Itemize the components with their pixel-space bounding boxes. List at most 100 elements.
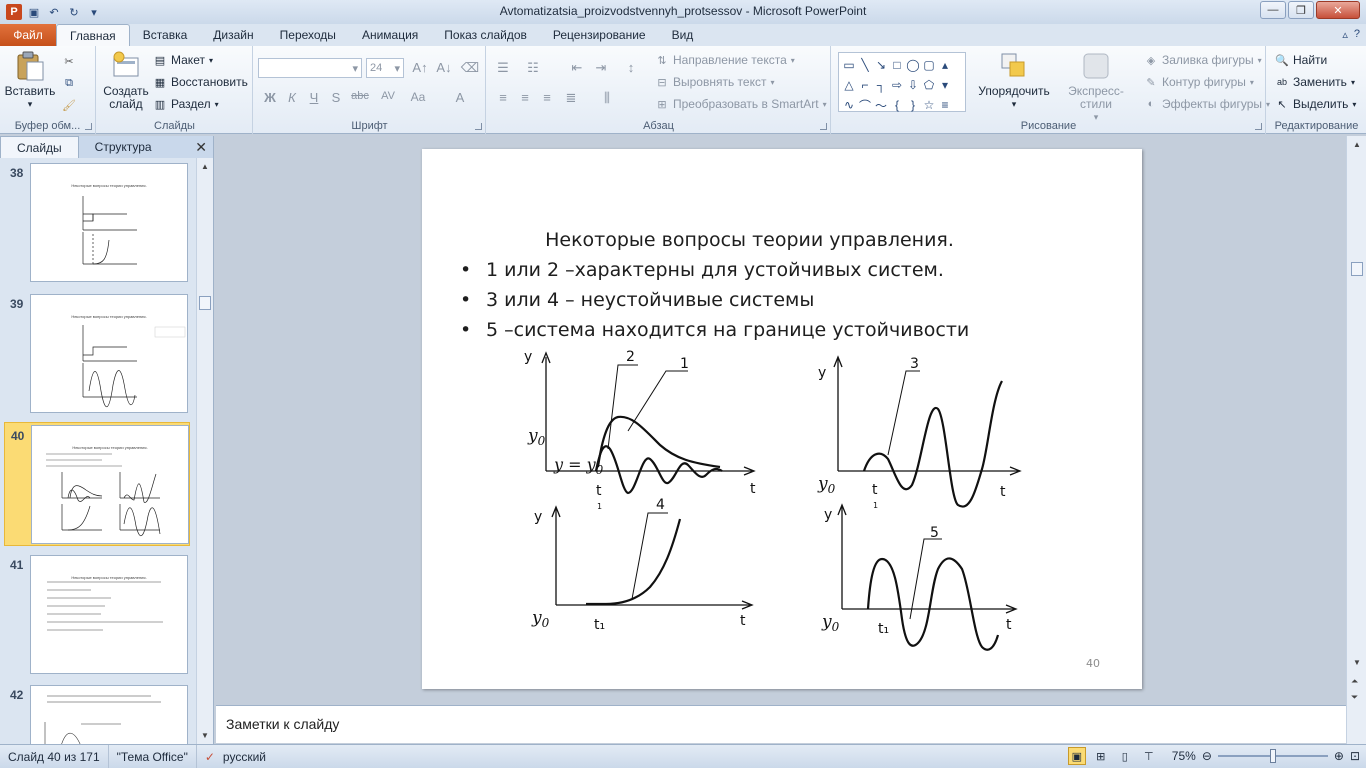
minimize-button[interactable]: — — [1260, 1, 1286, 19]
drawing-launcher-icon[interactable] — [1255, 123, 1262, 130]
reading-view-icon[interactable]: ▯ — [1116, 747, 1134, 765]
align-left-icon[interactable]: ≡ — [493, 90, 513, 105]
scroll-up-icon[interactable]: ▴ — [937, 55, 953, 75]
clipboard-launcher-icon[interactable] — [85, 123, 92, 130]
scroll-down-icon[interactable]: ▾ — [937, 75, 953, 95]
tab-home[interactable]: Главная — [56, 24, 130, 46]
select-button[interactable]: ↖ Выделить ▾ — [1275, 94, 1356, 114]
brace-right-shape-icon[interactable]: } — [905, 95, 921, 115]
quick-styles-button[interactable]: Экспресс-стили ▾ — [1054, 50, 1138, 124]
tab-design[interactable]: Дизайн — [200, 24, 266, 46]
scroll-up-arrow-icon[interactable]: ▲ — [201, 162, 209, 171]
right-arrow-shape-icon[interactable]: ⇨ — [889, 75, 905, 95]
font-launcher-icon[interactable] — [475, 123, 482, 130]
star-shape-icon[interactable]: ☆ — [921, 95, 937, 115]
clear-format-icon[interactable]: ⌫ — [460, 60, 480, 76]
tab-transitions[interactable]: Переходы — [267, 24, 349, 46]
rectangle-shape-icon[interactable]: □ — [889, 55, 905, 75]
triangle-shape-icon[interactable]: △ — [841, 75, 857, 95]
paste-button[interactable]: Вставить ▾ — [4, 50, 56, 111]
shape-effects-button[interactable]: ◐ Эффекты фигуры ▾ — [1144, 94, 1270, 114]
brace-left-shape-icon[interactable]: { — [889, 95, 905, 115]
tab-slides[interactable]: Слайды — [0, 136, 79, 158]
slide-canvas[interactable]: Некоторые вопросы теории управления. 1 и… — [422, 149, 1142, 689]
bold-icon[interactable]: Ж — [260, 90, 280, 105]
minimize-ribbon-icon[interactable]: ▵ — [1342, 28, 1348, 41]
maximize-button[interactable]: ❐ — [1288, 1, 1314, 19]
normal-view-icon[interactable]: ▣ — [1067, 747, 1086, 765]
slide-sorter-icon[interactable]: ⊞ — [1092, 747, 1110, 765]
font-size-combo[interactable]: 24 ▾ — [366, 58, 404, 78]
zoom-in-icon[interactable]: ⊕ — [1334, 749, 1344, 763]
format-painter-icon[interactable]: 🖌 — [62, 98, 76, 112]
elbow-shape-icon[interactable]: ┐ — [873, 75, 889, 95]
columns-icon[interactable]: ⫼ — [597, 90, 617, 106]
next-slide-icon[interactable]: ⏷ — [1351, 692, 1358, 703]
new-slide-button[interactable]: Создать слайд — [101, 50, 151, 111]
line-shape-icon[interactable]: ╲ — [857, 55, 873, 75]
down-arrow-shape-icon[interactable]: ⇩ — [905, 75, 921, 95]
scrollbar-thumb[interactable] — [199, 296, 211, 310]
align-center-icon[interactable]: ≡ — [515, 90, 535, 105]
tab-slideshow[interactable]: Показ слайдов — [431, 24, 540, 46]
spellcheck-icon[interactable]: ✓ — [205, 750, 215, 764]
replace-button[interactable]: ab Заменить ▾ — [1275, 72, 1355, 92]
arrange-button[interactable]: Упорядочить ▾ — [978, 50, 1050, 111]
numbering-icon[interactable]: ☷ — [523, 60, 543, 76]
font-name-combo[interactable]: ▾ — [258, 58, 362, 78]
zoom-slider[interactable] — [1217, 749, 1328, 763]
align-text-button[interactable]: ⊟ Выровнять текст ▾ — [655, 72, 774, 92]
tab-animation[interactable]: Анимация — [349, 24, 431, 46]
close-button[interactable]: ✕ — [1316, 1, 1360, 19]
shrink-font-icon[interactable]: A↓ — [434, 60, 454, 75]
smartart-button[interactable]: ⊞ Преобразовать в SmartArt ▾ — [655, 94, 826, 114]
textbox-shape-icon[interactable]: ▭ — [841, 55, 857, 75]
slide-thumbnail[interactable]: 42 — [0, 682, 196, 744]
font-color-icon[interactable]: A — [450, 90, 470, 105]
notes-pane[interactable]: Заметки к слайду — [216, 705, 1346, 743]
align-right-icon[interactable]: ≡ — [537, 90, 557, 105]
underline-icon[interactable]: Ч — [304, 90, 324, 105]
paragraph-launcher-icon[interactable] — [820, 123, 827, 130]
scrollbar-thumb[interactable] — [1351, 262, 1363, 276]
oval-shape-icon[interactable]: ◯ — [905, 55, 921, 75]
tab-view[interactable]: Вид — [659, 24, 707, 46]
language-indicator[interactable]: ✓ русский — [197, 745, 274, 768]
find-button[interactable]: 🔍 Найти — [1275, 50, 1327, 70]
scroll-down-arrow-icon[interactable]: ▼ — [201, 731, 209, 740]
tab-outline[interactable]: Структура — [79, 136, 168, 158]
shape-outline-button[interactable]: ✎ Контур фигуры ▾ — [1144, 72, 1254, 92]
layout-button[interactable]: ▤ Макет ▾ — [153, 50, 213, 70]
justify-icon[interactable]: ≣ — [561, 90, 581, 106]
slides-pane-scrollbar[interactable]: ▲ ▼ — [196, 158, 213, 744]
arc-shape-icon[interactable]: ⌒ — [857, 95, 873, 115]
char-spacing-icon[interactable]: AV — [378, 90, 398, 102]
increase-indent-icon[interactable]: ⇥ — [591, 60, 611, 76]
connector-shape-icon[interactable]: ⌐ — [857, 75, 873, 95]
fit-to-window-icon[interactable]: ⊡ — [1350, 749, 1360, 763]
editor-scrollbar[interactable]: ▲ ▼ ⏶ ⏷ — [1346, 136, 1366, 744]
help-icon[interactable]: ? — [1354, 28, 1360, 41]
shape-fill-button[interactable]: ◈ Заливка фигуры ▾ — [1144, 50, 1262, 70]
rounded-rect-shape-icon[interactable]: ▢ — [921, 55, 937, 75]
zoom-slider-thumb[interactable] — [1269, 749, 1276, 763]
notes-placeholder[interactable]: Заметки к слайду — [226, 716, 339, 732]
tab-insert[interactable]: Вставка — [130, 24, 201, 46]
decrease-indent-icon[interactable]: ⇤ — [567, 60, 587, 76]
grow-font-icon[interactable]: A↑ — [410, 60, 430, 75]
zoom-level[interactable]: 75% — [1172, 749, 1196, 763]
cut-icon[interactable]: ✂ — [62, 54, 76, 68]
close-pane-icon[interactable]: ✕ — [195, 139, 207, 156]
slide-thumbnail-selected[interactable]: 40 Некоторые вопросы теории управления. — [4, 422, 190, 546]
arrow-line-shape-icon[interactable]: ↘ — [873, 55, 889, 75]
italic-icon[interactable]: К — [282, 90, 302, 105]
slideshow-view-icon[interactable]: ⊤ — [1140, 747, 1158, 765]
text-direction-button[interactable]: ⇅ Направление текста ▾ — [655, 50, 794, 70]
shapes-gallery[interactable]: ▭ ╲ ↘ □ ◯ ▢ ▴ △ ⌐ ┐ ⇨ ⇩ ⬠ ▾ ∿ ⌒ 〜{} ☆ ≡ — [838, 52, 966, 115]
section-button[interactable]: ▥ Раздел ▾ — [153, 94, 219, 114]
slide-thumbnail[interactable]: 41 Некоторые вопросы теории управления. — [0, 552, 196, 678]
slide-thumbnail[interactable]: 38 Некоторые вопросы теории управления. — [0, 160, 196, 286]
zoom-out-icon[interactable]: ⊖ — [1202, 749, 1212, 763]
pentagon-shape-icon[interactable]: ⬠ — [921, 75, 937, 95]
line-spacing-icon[interactable]: ↕ — [621, 60, 641, 75]
